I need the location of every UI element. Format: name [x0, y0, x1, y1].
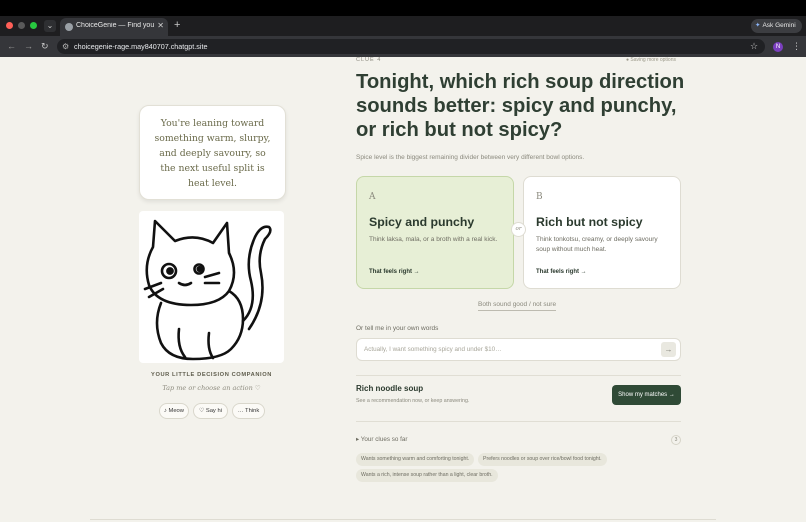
forward-arrow-icon[interactable]: → [24, 40, 33, 52]
bookmark-star-icon[interactable]: ☆ [750, 40, 758, 52]
maximize-window-button[interactable] [30, 22, 37, 29]
option-b-cta[interactable]: That feels right → [536, 269, 587, 275]
site-favicon-icon [65, 23, 73, 31]
tab-search-chevron-icon[interactable]: ⌄ [44, 20, 56, 32]
clue-chip: Wants something warm and comforting toni… [356, 453, 475, 466]
own-words-input[interactable] [356, 338, 681, 361]
option-a-card[interactable]: A Spicy and punchy Think laksa, mala, or… [356, 176, 514, 289]
clue-chip: Prefers noodles or soup over rice/bowl f… [478, 453, 607, 466]
option-b-card[interactable]: B Rich but not spicy Think tonkotsu, cre… [523, 176, 681, 289]
browser-tab-active[interactable]: ChoiceGenie — Find your cl ✕ [60, 18, 168, 36]
section-divider [356, 375, 681, 376]
or-badge: or [511, 222, 526, 237]
meow-button[interactable]: ♪ Meow [159, 403, 189, 419]
option-title: Spicy and punchy [369, 215, 475, 229]
question-title: Tonight, which rich soup direction sound… [356, 71, 685, 141]
both-or-unsure-link[interactable]: Both sound good / not sure [478, 301, 557, 311]
cat-drawing-icon [143, 219, 272, 361]
say-hi-button[interactable]: ♡ Say hi [193, 403, 228, 419]
saving-status: ● Saving more options [626, 57, 676, 63]
address-bar[interactable]: ⚙ choicegenie-rage.may840707.chatgpt.sit… [57, 39, 765, 54]
url-text: choicegenie-rage.may840707.chatgpt.site [74, 42, 208, 51]
clue-chip: Wants a rich, intense soup rather than a… [356, 469, 498, 482]
footer-divider [90, 519, 716, 520]
close-window-button[interactable] [6, 22, 13, 29]
question-subtext: Spice level is the biggest remaining div… [356, 154, 585, 161]
companion-label: YOUR LITTLE DECISION COMPANION [151, 372, 272, 378]
browser-tabstrip: ⌄ ChoiceGenie — Find your cl ✕ + ✦Ask Ge… [0, 16, 806, 36]
send-arrow-icon[interactable]: → [661, 342, 676, 357]
ask-gemini-label: Ask Gemini [762, 22, 796, 29]
show-matches-button[interactable]: Show my matches → [612, 385, 681, 405]
speech-bubble: You're leaning toward something warm, sl… [139, 105, 286, 200]
companion-hint: Tap me or choose an action ♡ [162, 384, 261, 392]
page-content: You're leaning toward something warm, sl… [0, 57, 806, 522]
clue-step-label: CLUE 4 [356, 57, 382, 63]
clues-toggle[interactable]: ▸ Your clues so far [356, 436, 407, 443]
profile-avatar[interactable]: N [773, 42, 783, 52]
option-title: Rich but not spicy [536, 215, 643, 229]
gemini-spark-icon: ✦ [755, 22, 761, 29]
cat-companion[interactable] [139, 211, 284, 363]
recommendation-title: Rich noodle soup [356, 384, 424, 393]
section-divider [356, 421, 681, 422]
tab-title: ChoiceGenie — Find your cl [76, 22, 154, 29]
site-info-icon[interactable]: ⚙ [62, 40, 69, 53]
tab-close-icon[interactable]: ✕ [157, 21, 164, 31]
option-description: Think laksa, mala, or a broth with a rea… [369, 236, 498, 243]
browser-menu-icon[interactable]: ⋮ [792, 40, 801, 52]
back-arrow-icon[interactable]: ← [7, 40, 16, 52]
think-button[interactable]: … Think [232, 403, 265, 419]
option-description: Think tonkotsu, creamy, or deeply savour… [536, 236, 658, 253]
os-menubar [0, 0, 806, 16]
option-letter: A [369, 192, 376, 202]
reload-icon[interactable]: ↻ [41, 40, 49, 52]
option-letter: B [536, 192, 543, 202]
ask-gemini-button[interactable]: ✦ Ask Gemini [751, 19, 802, 33]
new-tab-plus-icon[interactable]: + [174, 19, 180, 31]
clues-count-badge: 3 [671, 435, 681, 445]
speech-bubble-text: You're leaning toward something warm, sl… [154, 118, 271, 189]
browser-toolbar: ← → ↻ ⚙ choicegenie-rage.may840707.chatg… [0, 36, 806, 57]
own-words-label: Or tell me in your own words [356, 325, 439, 332]
minimize-window-button[interactable] [18, 22, 25, 29]
recommendation-subtitle: See a recommendation now, or keep answer… [356, 398, 470, 404]
option-a-cta[interactable]: That feels right → [369, 269, 420, 275]
